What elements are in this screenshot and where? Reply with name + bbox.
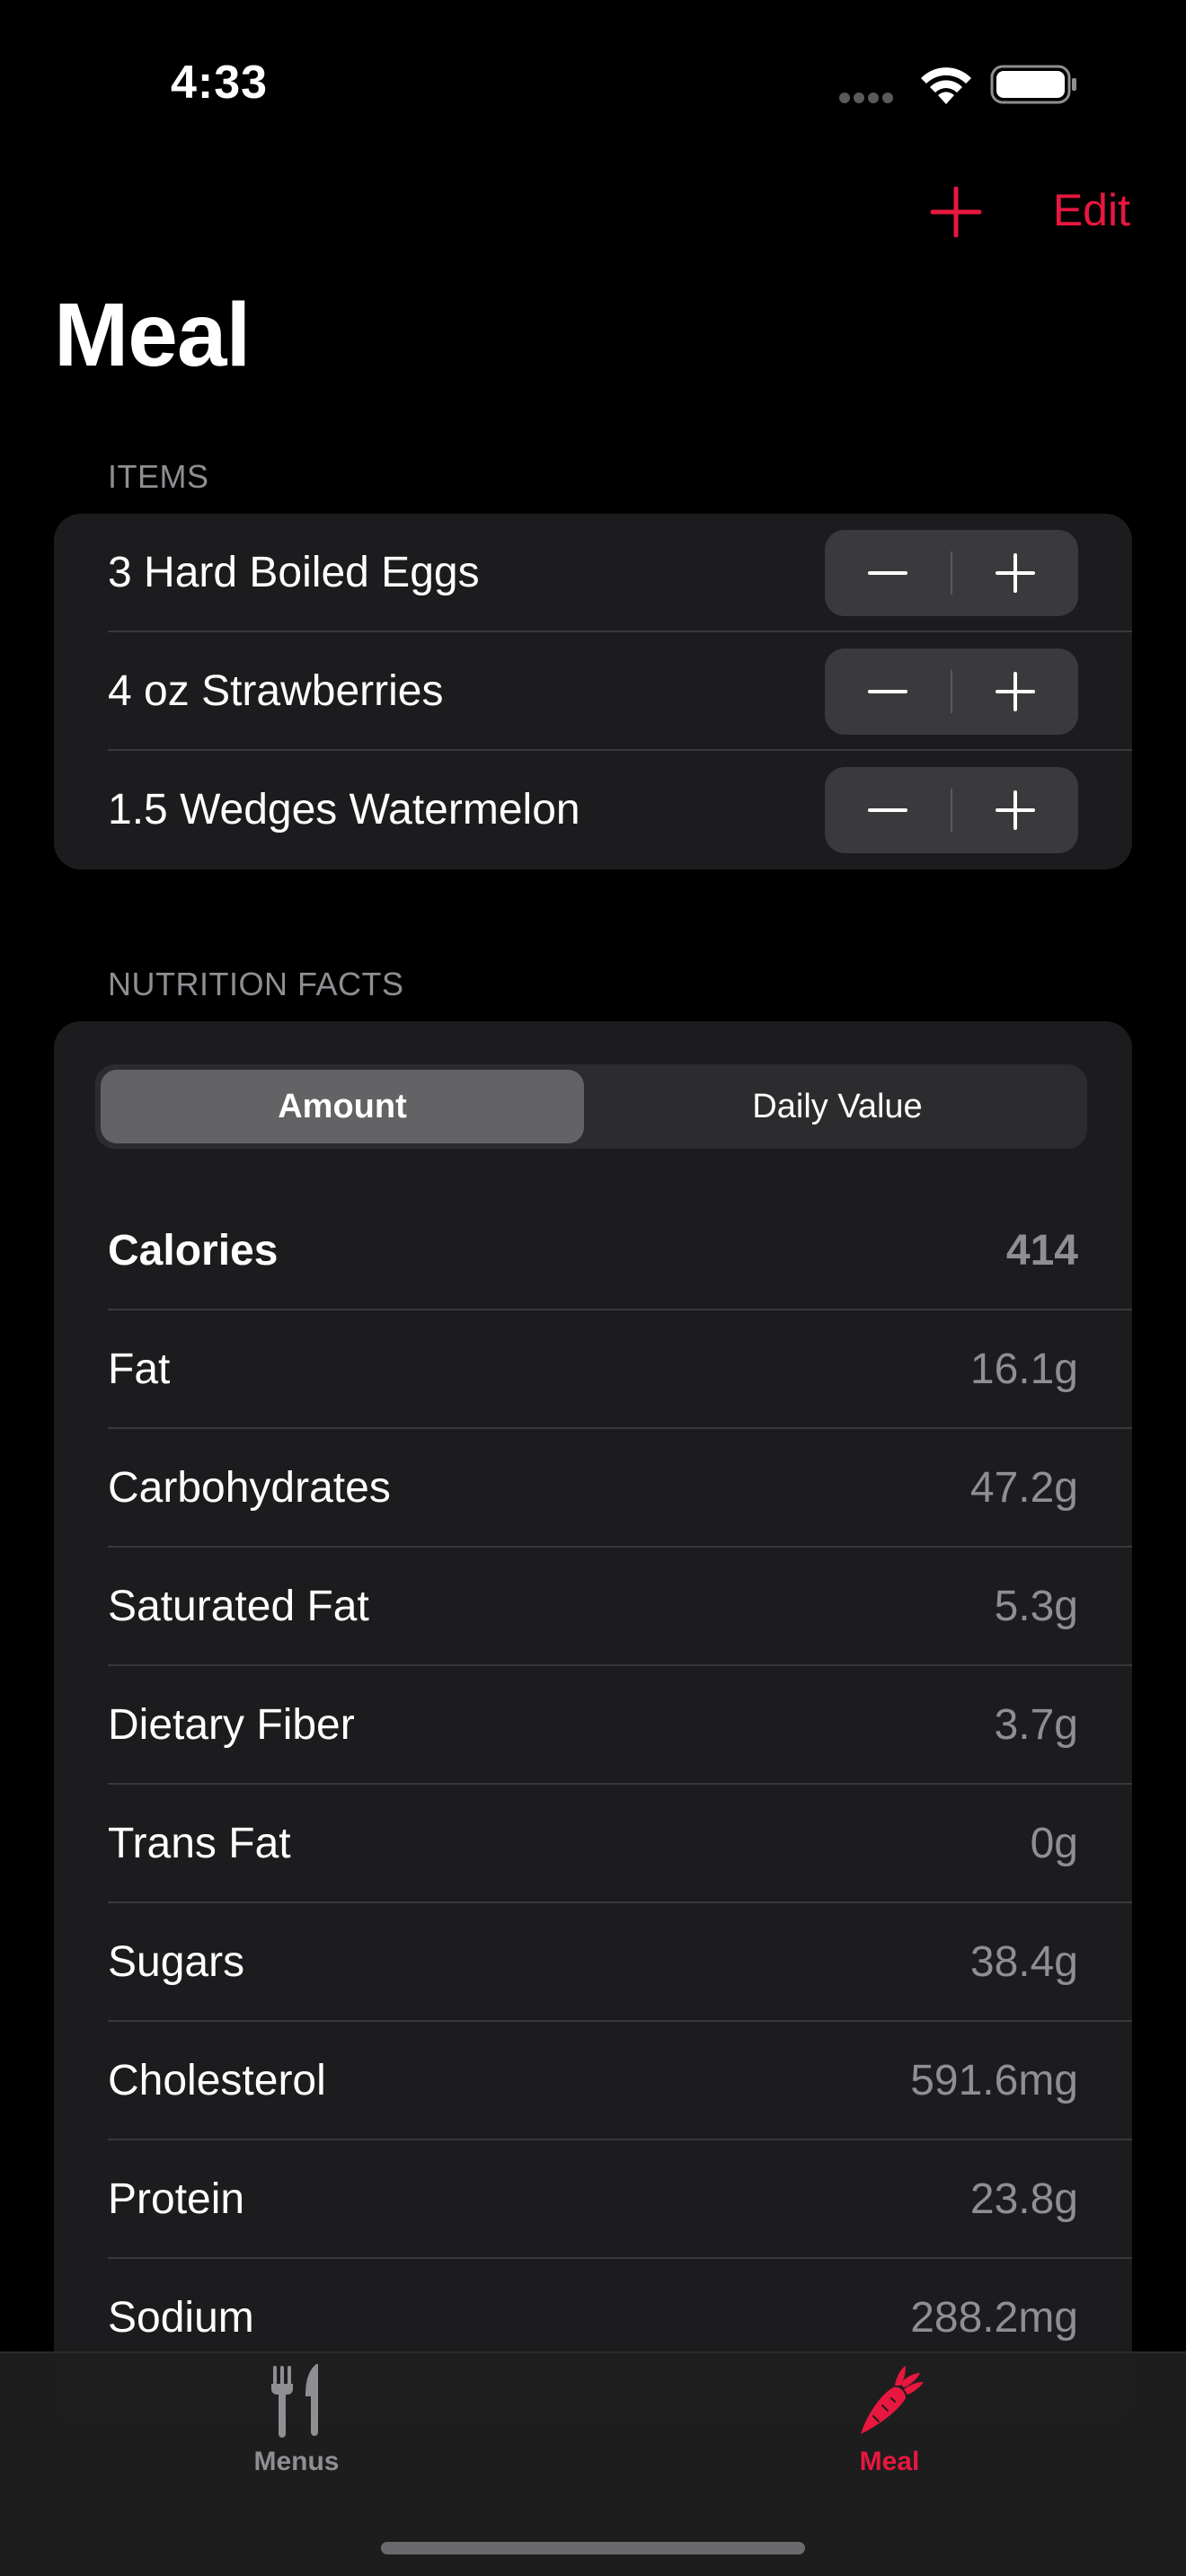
home-indicator xyxy=(381,2542,805,2554)
add-button[interactable] xyxy=(925,181,987,243)
items-card: 3 Hard Boiled Eggs 4 oz Strawberries 1.5… xyxy=(54,514,1132,869)
nutrient-value: 0g xyxy=(1030,1820,1078,1867)
nutrient-name: Fat xyxy=(108,1345,171,1393)
nutrient-value: 16.1g xyxy=(969,1345,1078,1393)
nutrient-value: 3.7g xyxy=(994,1701,1078,1749)
segment-amount[interactable]: Amount xyxy=(101,1070,584,1143)
quantity-stepper xyxy=(825,767,1078,853)
nutrition-row-fat: Fat 16.1g xyxy=(54,1310,1132,1429)
nutrition-row-dietary-fiber: Dietary Fiber 3.7g xyxy=(54,1666,1132,1785)
nutrient-name: Sugars xyxy=(108,1938,245,1986)
decrement-button[interactable] xyxy=(825,530,951,616)
tab-bar: Menus Meal xyxy=(0,2351,1186,2576)
tab-label: Menus xyxy=(253,2447,340,2476)
nutrient-name: Carbohydrates xyxy=(108,1464,391,1512)
edit-button[interactable]: Edit xyxy=(1053,184,1130,236)
nutrition-card: Amount Daily Value Calories 414 Fat 16.1… xyxy=(54,1021,1132,2422)
nutrient-value: 38.4g xyxy=(969,1938,1078,1986)
segment-daily-value[interactable]: Daily Value xyxy=(593,1070,1082,1143)
tab-menus[interactable]: Menus xyxy=(162,2353,431,2497)
nutrient-value: 414 xyxy=(1005,1227,1078,1275)
fork-knife-icon xyxy=(271,2364,318,2438)
nutrient-name: Trans Fat xyxy=(108,1820,291,1867)
status-time: 4:33 xyxy=(171,57,269,109)
nutrient-value: 591.6mg xyxy=(910,2057,1078,2104)
segmented-control: Amount Daily Value xyxy=(95,1064,1087,1149)
nutrient-name: Protein xyxy=(108,2175,245,2223)
list-item: 4 oz Strawberries xyxy=(54,632,1132,751)
nutrition-row-calories: Calories 414 xyxy=(54,1192,1132,1310)
decrement-button[interactable] xyxy=(825,767,951,853)
nutrition-section-header: NUTRITION FACTS xyxy=(108,966,404,1002)
cellular-signal-icon xyxy=(839,92,902,103)
nutrient-name: Saturated Fat xyxy=(108,1583,369,1630)
increment-button[interactable] xyxy=(952,648,1078,735)
nutrient-value: 23.8g xyxy=(969,2175,1078,2223)
increment-button[interactable] xyxy=(952,767,1078,853)
nutrient-value: 47.2g xyxy=(969,1464,1078,1512)
quantity-stepper xyxy=(825,648,1078,735)
nutrition-row-carbohydrates: Carbohydrates 47.2g xyxy=(54,1429,1132,1548)
decrement-button[interactable] xyxy=(825,648,951,735)
nutrient-value: 5.3g xyxy=(994,1583,1078,1630)
nutrient-name: Cholesterol xyxy=(108,2057,326,2104)
nutrition-row-protein: Protein 23.8g xyxy=(54,2140,1132,2259)
battery-icon xyxy=(990,65,1076,104)
page-title: Meal xyxy=(54,285,251,385)
nutrition-row-cholesterol: Cholesterol 591.6mg xyxy=(54,2022,1132,2140)
nutrition-row-sugars: Sugars 38.4g xyxy=(54,1903,1132,2022)
list-item: 1.5 Wedges Watermelon xyxy=(54,751,1132,869)
nutrient-name: Calories xyxy=(108,1227,279,1275)
item-label: 3 Hard Boiled Eggs xyxy=(108,549,480,596)
quantity-stepper xyxy=(825,530,1078,616)
nutrition-row-saturated-fat: Saturated Fat 5.3g xyxy=(54,1548,1132,1666)
tab-meal[interactable]: Meal xyxy=(755,2353,1024,2497)
item-label: 1.5 Wedges Watermelon xyxy=(108,786,580,834)
list-item: 3 Hard Boiled Eggs xyxy=(54,514,1132,632)
carrot-icon xyxy=(861,2366,924,2434)
nutrition-row-trans-fat: Trans Fat 0g xyxy=(54,1785,1132,1903)
increment-button[interactable] xyxy=(952,530,1078,616)
wifi-icon xyxy=(921,67,971,104)
items-section-header: ITEMS xyxy=(108,458,209,495)
nutrient-name: Dietary Fiber xyxy=(108,1701,355,1749)
tab-label: Meal xyxy=(859,2447,920,2476)
screen: 4:33 Edit Meal ITEMS 3 Hard Boiled Eggs … xyxy=(0,0,1186,2576)
item-label: 4 oz Strawberries xyxy=(108,667,444,715)
